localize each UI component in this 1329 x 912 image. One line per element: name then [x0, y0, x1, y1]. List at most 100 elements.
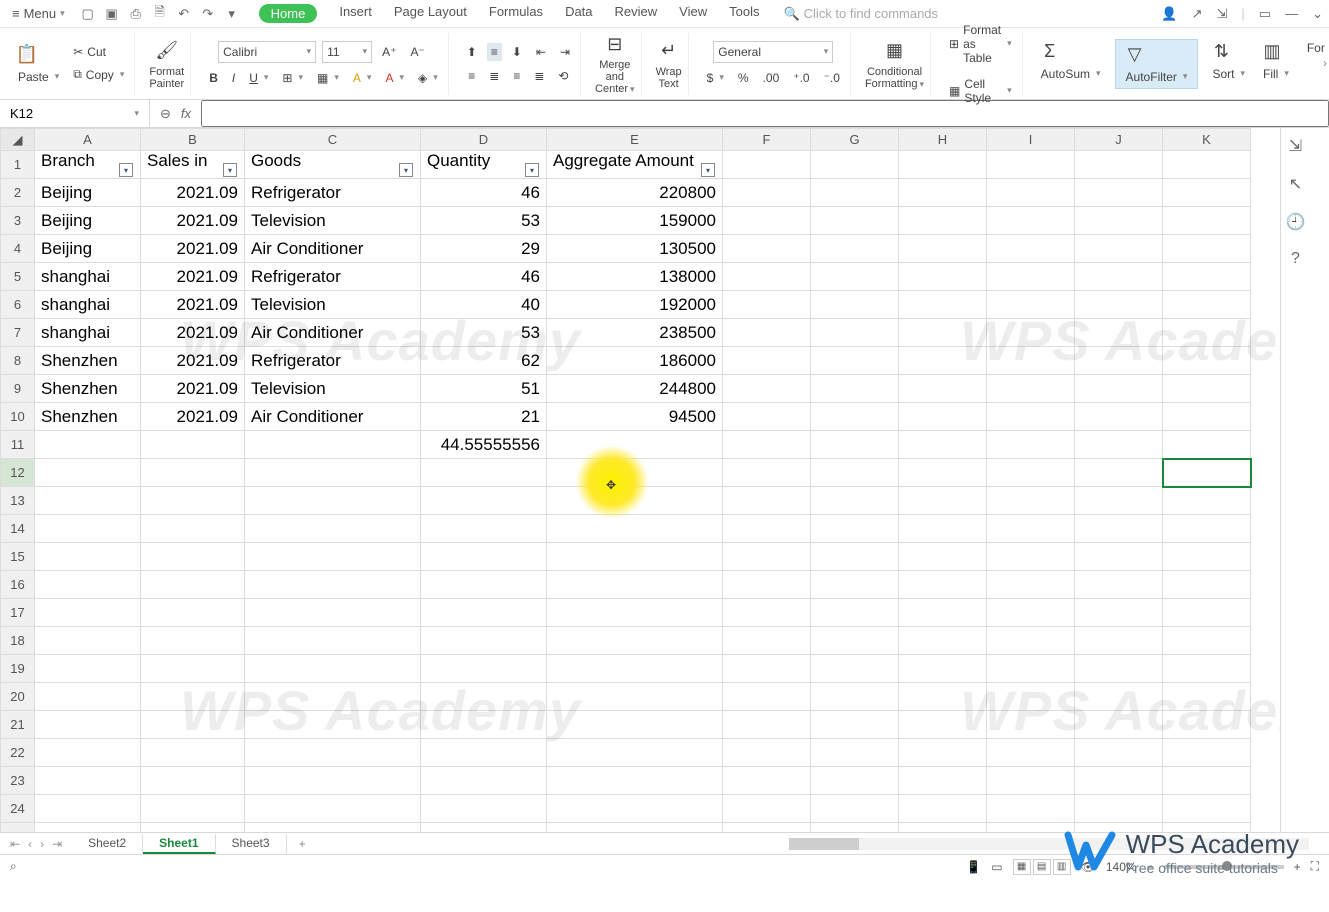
cell-H10[interactable] — [899, 403, 987, 431]
cell-H20[interactable] — [899, 683, 987, 711]
help-icon[interactable]: ? — [1291, 250, 1300, 268]
cell-C2[interactable]: Refrigerator — [245, 179, 421, 207]
cell-C21[interactable] — [245, 711, 421, 739]
border-button[interactable]: ⊞ — [278, 69, 307, 87]
cell-B19[interactable] — [141, 655, 245, 683]
cell-G4[interactable] — [811, 235, 899, 263]
cell-E1[interactable]: Aggregate Amount▾ — [547, 151, 723, 179]
save-icon[interactable]: ▣ — [103, 5, 121, 23]
ribbon-scroll-right-icon[interactable]: › — [1323, 56, 1327, 70]
row-header-24[interactable]: 24 — [1, 795, 35, 823]
cell-J19[interactable] — [1075, 655, 1163, 683]
cell-K16[interactable] — [1163, 571, 1251, 599]
cell-E19[interactable] — [547, 655, 723, 683]
cell-I12[interactable] — [987, 459, 1075, 487]
number-format-select[interactable]: General▾ — [713, 41, 833, 63]
cell-B13[interactable] — [141, 487, 245, 515]
page-layout-view-button[interactable]: ▤ — [1033, 859, 1051, 875]
format-painter-button[interactable]: Format Painter — [149, 66, 184, 90]
bold-button[interactable]: B — [205, 69, 222, 87]
cell-A8[interactable]: Shenzhen — [35, 347, 141, 375]
qat-more-icon[interactable]: ▾ — [223, 5, 241, 23]
tab-nav-next-icon[interactable]: › — [40, 837, 44, 851]
row-header-16[interactable]: 16 — [1, 571, 35, 599]
cell-C7[interactable]: Air Conditioner — [245, 319, 421, 347]
cell-I20[interactable] — [987, 683, 1075, 711]
cell-K18[interactable] — [1163, 627, 1251, 655]
tab-nav-last-icon[interactable]: ⇥ — [52, 837, 62, 851]
tab-view[interactable]: View — [679, 4, 707, 23]
cell-E4[interactable]: 130500 — [547, 235, 723, 263]
cell-E7[interactable]: 238500 — [547, 319, 723, 347]
conditional-formatting-button[interactable]: Conditional Formatting — [865, 66, 924, 90]
row-header-14[interactable]: 14 — [1, 515, 35, 543]
align-top-icon[interactable]: ⬆ — [463, 43, 481, 61]
row-header-23[interactable]: 23 — [1, 767, 35, 795]
cell-B21[interactable] — [141, 711, 245, 739]
cell-K7[interactable] — [1163, 319, 1251, 347]
cell-G21[interactable] — [811, 711, 899, 739]
fx-icon[interactable]: fx — [181, 106, 191, 122]
pin-icon[interactable]: ⇲ — [1217, 6, 1228, 22]
cell-F14[interactable] — [723, 515, 811, 543]
cell-B3[interactable]: 2021.09 — [141, 207, 245, 235]
cell-E24[interactable] — [547, 795, 723, 823]
cell-J20[interactable] — [1075, 683, 1163, 711]
column-header-A[interactable]: A — [35, 129, 141, 151]
cell-J14[interactable] — [1075, 515, 1163, 543]
cell-H18[interactable] — [899, 627, 987, 655]
cell-A7[interactable]: shanghai — [35, 319, 141, 347]
filter-dropdown-icon[interactable]: ▾ — [525, 163, 539, 177]
cell-J4[interactable] — [1075, 235, 1163, 263]
cell-B20[interactable] — [141, 683, 245, 711]
cell-F18[interactable] — [723, 627, 811, 655]
column-header-F[interactable]: F — [723, 129, 811, 151]
currency-button[interactable]: $ — [703, 69, 728, 87]
row-header-7[interactable]: 7 — [1, 319, 35, 347]
cell-I15[interactable] — [987, 543, 1075, 571]
row-header-5[interactable]: 5 — [1, 263, 35, 291]
cell-H8[interactable] — [899, 347, 987, 375]
row-header-17[interactable]: 17 — [1, 599, 35, 627]
row-header-12[interactable]: 12 — [1, 459, 35, 487]
row-header-13[interactable]: 13 — [1, 487, 35, 515]
cell-E3[interactable]: 159000 — [547, 207, 723, 235]
cell-H22[interactable] — [899, 739, 987, 767]
cell-E13[interactable] — [547, 487, 723, 515]
filter-dropdown-icon[interactable]: ▾ — [223, 163, 237, 177]
cell-B7[interactable]: 2021.09 — [141, 319, 245, 347]
row-header-25[interactable]: 25 — [1, 823, 35, 833]
cell-E6[interactable]: 192000 — [547, 291, 723, 319]
cell-E12[interactable] — [547, 459, 723, 487]
cell-I5[interactable] — [987, 263, 1075, 291]
cell-C16[interactable] — [245, 571, 421, 599]
cell-A9[interactable]: Shenzhen — [35, 375, 141, 403]
cell-G25[interactable] — [811, 823, 899, 833]
cell-H17[interactable] — [899, 599, 987, 627]
cell-D18[interactable] — [421, 627, 547, 655]
cell-G20[interactable] — [811, 683, 899, 711]
cell-E16[interactable] — [547, 571, 723, 599]
undo-icon[interactable]: ↶ — [175, 5, 193, 23]
cell-A11[interactable] — [35, 431, 141, 459]
cell-A16[interactable] — [35, 571, 141, 599]
cell-F16[interactable] — [723, 571, 811, 599]
cell-D11[interactable]: 44.55555556 — [421, 431, 547, 459]
cell-A19[interactable] — [35, 655, 141, 683]
row-header-2[interactable]: 2 — [1, 179, 35, 207]
cell-C22[interactable] — [245, 739, 421, 767]
cell-J10[interactable] — [1075, 403, 1163, 431]
cell-G11[interactable] — [811, 431, 899, 459]
sheet-tab-sheet1[interactable]: Sheet1 — [143, 834, 215, 854]
collapse-ribbon-icon[interactable]: ▭ — [1259, 6, 1271, 22]
cell-F22[interactable] — [723, 739, 811, 767]
fill-color-button[interactable]: ▦ — [313, 69, 343, 87]
row-header-11[interactable]: 11 — [1, 431, 35, 459]
cell-H25[interactable] — [899, 823, 987, 833]
cell-A23[interactable] — [35, 767, 141, 795]
search-commands[interactable]: 🔍 Click to find commands — [783, 6, 938, 22]
cell-I3[interactable] — [987, 207, 1075, 235]
fullscreen-icon[interactable]: ⛶ — [1311, 859, 1319, 874]
cell-J24[interactable] — [1075, 795, 1163, 823]
cell-F3[interactable] — [723, 207, 811, 235]
